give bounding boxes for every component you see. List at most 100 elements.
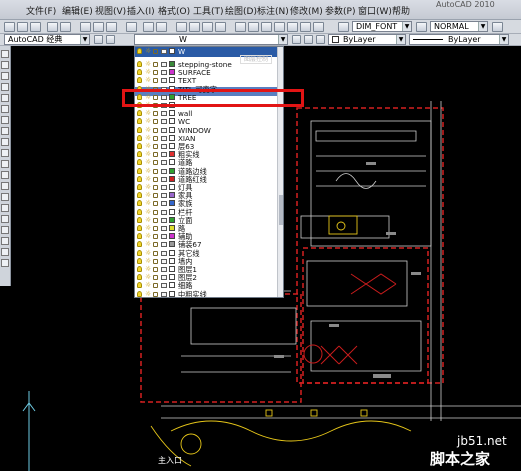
zoom-realtime-icon[interactable]: [189, 22, 200, 32]
printer-icon[interactable]: [161, 217, 167, 223]
lock-icon[interactable]: [153, 160, 158, 166]
markup-icon[interactable]: [287, 22, 298, 32]
printer-icon[interactable]: [161, 78, 167, 84]
chevron-down-icon[interactable]: ▼: [278, 35, 287, 44]
lock-icon[interactable]: [153, 168, 158, 174]
lightbulb-icon[interactable]: [137, 151, 142, 158]
hatch-icon[interactable]: [1, 204, 9, 212]
sun-icon[interactable]: ☼: [145, 167, 151, 174]
printer-icon[interactable]: [161, 127, 167, 133]
layer-dropdown-list[interactable]: ☼ W 图层控制 ☼ stepping-stone ☼ SURFACE ☼ TEXT ☼ TI…: [134, 46, 284, 298]
printer-icon[interactable]: [161, 234, 167, 240]
design-center-icon[interactable]: [248, 22, 259, 32]
lock-icon[interactable]: [153, 226, 158, 231]
pan-icon[interactable]: [176, 22, 187, 32]
chevron-down-icon[interactable]: ▼: [396, 35, 405, 44]
workspace-combo[interactable]: AutoCAD 经典 ▼: [4, 34, 90, 45]
polygon-icon[interactable]: [1, 83, 9, 91]
lightbulb-icon[interactable]: [137, 48, 142, 54]
lightbulb-icon[interactable]: [137, 233, 142, 240]
sun-icon[interactable]: ☼: [145, 143, 151, 150]
sun-icon[interactable]: ☼: [145, 266, 151, 273]
layer-combo[interactable]: W ▼: [134, 34, 288, 45]
printer-icon[interactable]: [161, 283, 167, 289]
lock-icon[interactable]: [153, 144, 158, 149]
color-icon[interactable]: [316, 35, 325, 44]
menu-dimension[interactable]: 标注(N): [257, 4, 289, 17]
sun-icon[interactable]: ☼: [145, 216, 151, 223]
help-icon[interactable]: [313, 22, 324, 32]
printer-icon[interactable]: [161, 242, 167, 248]
lightbulb-icon[interactable]: [137, 274, 142, 281]
text-style-icon[interactable]: [338, 22, 349, 32]
menu-file[interactable]: 文件(F): [26, 4, 56, 17]
printer-icon[interactable]: [161, 62, 167, 67]
new-icon[interactable]: [4, 22, 15, 32]
sun-icon[interactable]: ☼: [145, 282, 151, 289]
lock-icon[interactable]: [153, 127, 158, 133]
sun-icon[interactable]: ☼: [145, 48, 151, 55]
lock-icon[interactable]: [153, 209, 158, 215]
lightbulb-icon[interactable]: [137, 225, 142, 231]
redo-icon[interactable]: [156, 22, 167, 32]
lock-icon[interactable]: [153, 119, 158, 125]
construction-line-icon[interactable]: [1, 61, 9, 69]
tablestyle-combo[interactable]: NORMAL ▼: [430, 21, 488, 32]
printer-icon[interactable]: [161, 144, 167, 149]
scrollbar[interactable]: [277, 47, 283, 297]
polyline-icon[interactable]: [1, 72, 9, 80]
lock-icon[interactable]: [153, 193, 158, 199]
save-icon[interactable]: [30, 22, 41, 32]
chevron-down-icon[interactable]: ▼: [80, 35, 89, 44]
printer-icon[interactable]: [161, 291, 167, 297]
gradient-icon[interactable]: [1, 215, 9, 223]
sun-icon[interactable]: ☼: [145, 151, 151, 158]
menu-modify[interactable]: 修改(M): [290, 4, 323, 17]
point-icon[interactable]: [1, 193, 9, 201]
lock-icon[interactable]: [153, 49, 158, 54]
arc-icon[interactable]: [1, 105, 9, 113]
lightbulb-icon[interactable]: [137, 118, 142, 125]
lightbulb-icon[interactable]: [137, 167, 142, 174]
sun-icon[interactable]: ☼: [145, 69, 151, 76]
lightbulb-icon[interactable]: [137, 175, 142, 182]
zoom-window-icon[interactable]: [202, 22, 213, 32]
open-icon[interactable]: [17, 22, 28, 32]
printer-icon[interactable]: [161, 201, 167, 207]
sun-icon[interactable]: ☼: [145, 241, 151, 248]
menu-parametric[interactable]: 参数(P): [325, 4, 355, 17]
sun-icon[interactable]: ☼: [145, 110, 151, 117]
layer-properties-icon[interactable]: [106, 35, 115, 44]
printer-icon[interactable]: [161, 49, 167, 54]
region-icon[interactable]: [1, 226, 9, 234]
chevron-down-icon[interactable]: ▼: [478, 22, 487, 31]
printer-icon[interactable]: [161, 119, 167, 125]
text-a-icon[interactable]: [1, 259, 9, 267]
printer-icon[interactable]: [161, 185, 167, 190]
lightbulb-icon[interactable]: [137, 61, 142, 67]
lightbulb-icon[interactable]: [137, 126, 142, 133]
dimstyle-combo[interactable]: DIM_FONT ▼: [352, 21, 412, 32]
lightbulb-icon[interactable]: [137, 143, 142, 149]
match-properties-icon[interactable]: [126, 22, 137, 32]
lock-icon[interactable]: [153, 176, 158, 182]
multiline-text-icon[interactable]: [1, 248, 9, 256]
sun-icon[interactable]: ☼: [145, 184, 151, 191]
make-current-layer-icon[interactable]: [292, 35, 301, 44]
zoom-previous-icon[interactable]: [215, 22, 226, 32]
quickcalc-icon[interactable]: [300, 22, 311, 32]
printer-icon[interactable]: [161, 168, 167, 174]
printer-icon[interactable]: [161, 267, 167, 272]
table-style-icon[interactable]: [492, 22, 503, 32]
printer-icon[interactable]: [161, 111, 167, 117]
sun-icon[interactable]: ☼: [145, 77, 151, 84]
lightbulb-icon[interactable]: [137, 257, 142, 264]
sun-icon[interactable]: ☼: [145, 274, 151, 281]
lock-icon[interactable]: [153, 201, 158, 207]
lightbulb-icon[interactable]: [137, 110, 142, 117]
dimension-style-icon[interactable]: [416, 22, 427, 32]
lock-icon[interactable]: [153, 185, 158, 190]
linetype-combo[interactable]: ByLayer ▼: [409, 34, 509, 45]
lock-icon[interactable]: [153, 234, 158, 240]
spline-icon[interactable]: [1, 138, 9, 146]
